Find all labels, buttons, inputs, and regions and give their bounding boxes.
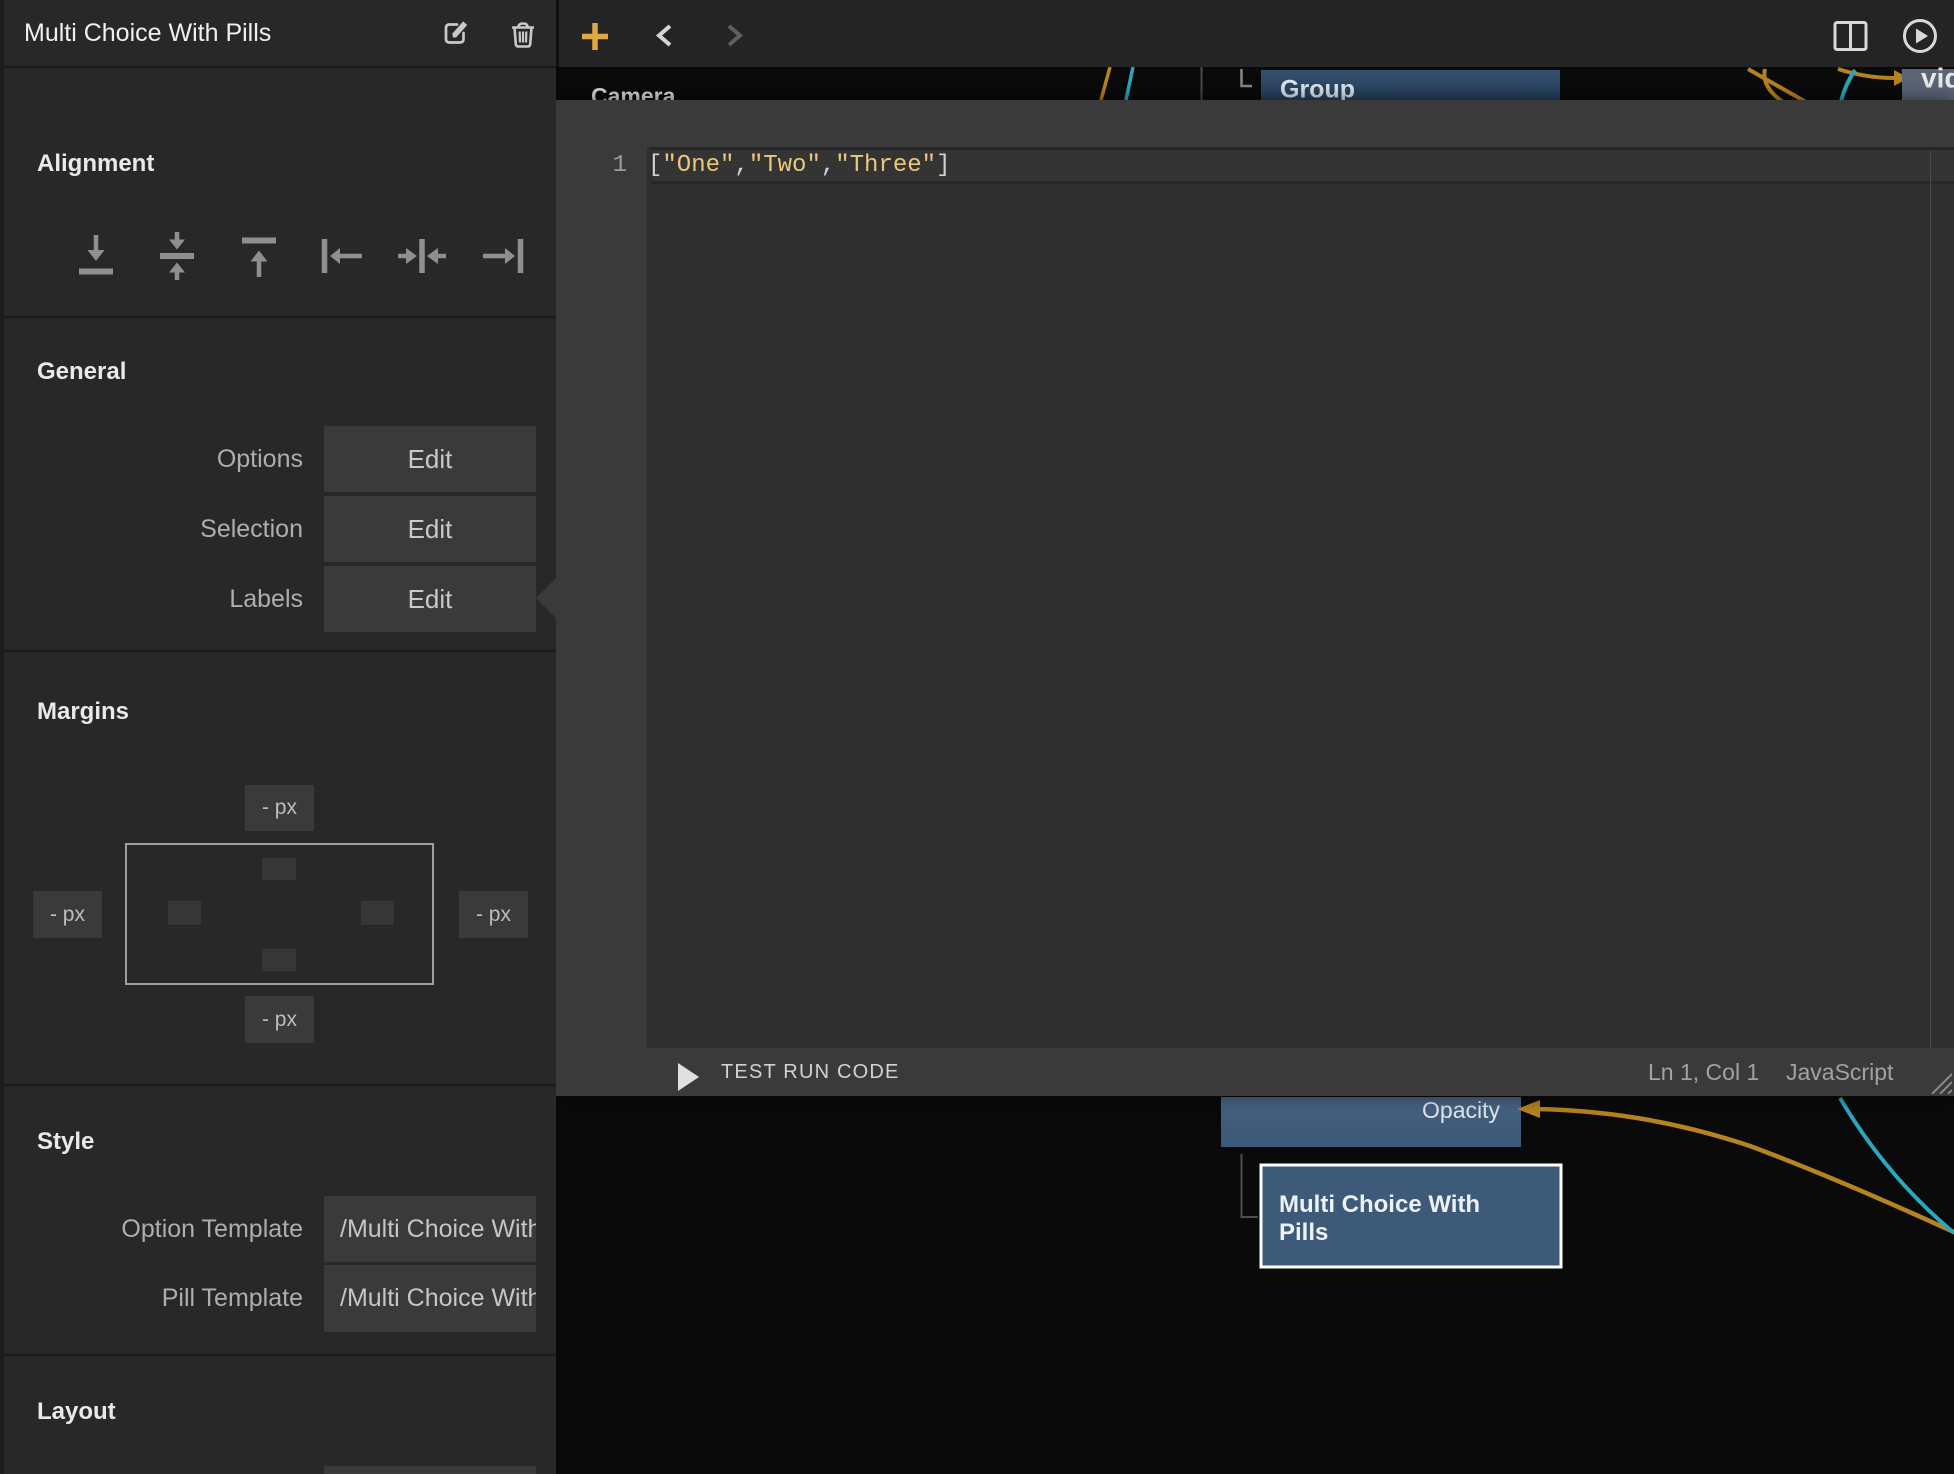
svg-text:Camera: Camera [591, 83, 676, 100]
svg-text:Opacity: Opacity [1422, 1097, 1500, 1123]
svg-text:vid: vid [1921, 67, 1954, 94]
svg-text:Multi Choice With: Multi Choice With [1279, 1191, 1480, 1218]
svg-text:Pills: Pills [1279, 1219, 1328, 1246]
svg-text:Group: Group [1280, 76, 1355, 101]
